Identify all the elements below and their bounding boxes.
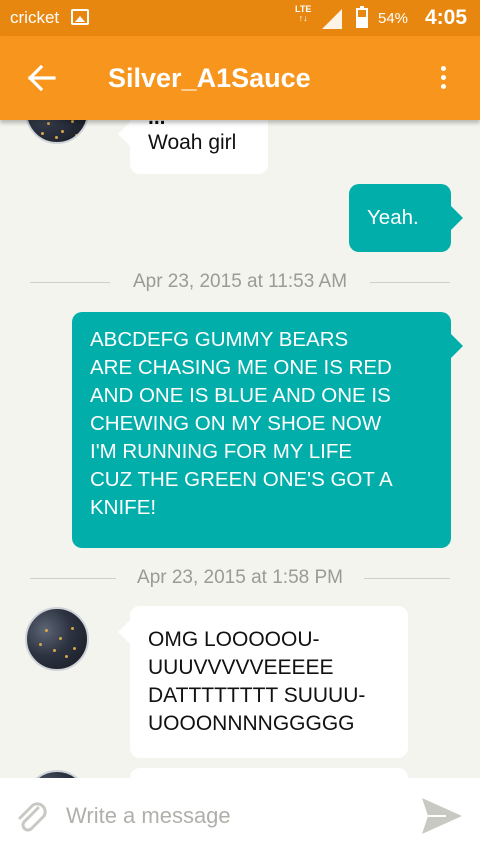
message-line: CHEWING ON MY SHOE NOW: [90, 412, 382, 435]
image-icon: [71, 9, 89, 25]
timestamp-divider: Apr 23, 2015 at 1:58 PM: [0, 566, 480, 590]
message-composer: [0, 778, 480, 854]
message-line: ARE CHASING ME ONE IS RED: [90, 356, 392, 379]
incoming-message[interactable]: [130, 768, 408, 778]
incoming-message[interactable]: ... Woah girl: [118, 120, 268, 174]
message-line: DATTTTTTTT SUUUU-: [148, 684, 366, 707]
message-line: CUZ THE GREEN ONE'S GOT A: [90, 468, 393, 491]
app-bar: Silver_A1Sauce: [0, 36, 480, 120]
incoming-message[interactable]: OMG LOOOOOU- UUUVVVVVEEEEE DATTTTTTTT SU…: [118, 606, 408, 758]
timestamp-text: Apr 23, 2015 at 1:58 PM: [137, 567, 343, 588]
message-text: Yeah.: [367, 206, 419, 229]
more-vert-icon[interactable]: [432, 60, 454, 96]
outgoing-message[interactable]: ABCDEFG GUMMY BEARS ARE CHASING ME ONE I…: [72, 312, 463, 548]
paperclip-icon[interactable]: [14, 800, 52, 838]
timestamp-divider: Apr 23, 2015 at 11:53 AM: [0, 270, 480, 294]
message-line: I'M RUNNING FOR MY LIFE: [90, 440, 353, 463]
message-line: OMG LOOOOOU-: [148, 628, 320, 651]
network-type: LTE ↑↓: [295, 4, 312, 23]
outgoing-message[interactable]: Yeah.: [349, 184, 463, 252]
avatar[interactable]: [25, 120, 89, 144]
carrier-name: cricket: [10, 8, 60, 27]
message-line: UUUVVVVVEEEEE: [148, 656, 334, 679]
message-line: ABCDEFG GUMMY BEARS: [90, 328, 349, 351]
signal-icon: [322, 9, 342, 29]
battery-percent: 54%: [378, 10, 409, 27]
message-line: AND ONE IS BLUE AND ONE IS: [90, 384, 391, 407]
message-line: KNIFE!: [90, 496, 157, 519]
message-list[interactable]: ... Woah girl Yeah. Apr 23, 2015 at 11:5…: [0, 120, 480, 778]
conversation-title: Silver_A1Sauce: [108, 63, 311, 93]
message-text: ...: [148, 120, 250, 128]
arrow-left-icon[interactable]: [26, 60, 58, 96]
send-icon[interactable]: [420, 796, 464, 836]
clock: 4:05: [425, 6, 468, 29]
message-line: UOOONNNNGGGGG: [148, 712, 355, 735]
message-text: Woah girl: [148, 131, 237, 154]
avatar[interactable]: [25, 607, 89, 671]
battery-icon: [356, 6, 368, 28]
message-input[interactable]: [66, 798, 396, 834]
avatar[interactable]: [25, 770, 89, 778]
status-bar: cricket LTE ↑↓ 54% 4:05: [0, 0, 480, 36]
timestamp-text: Apr 23, 2015 at 11:53 AM: [132, 271, 348, 292]
